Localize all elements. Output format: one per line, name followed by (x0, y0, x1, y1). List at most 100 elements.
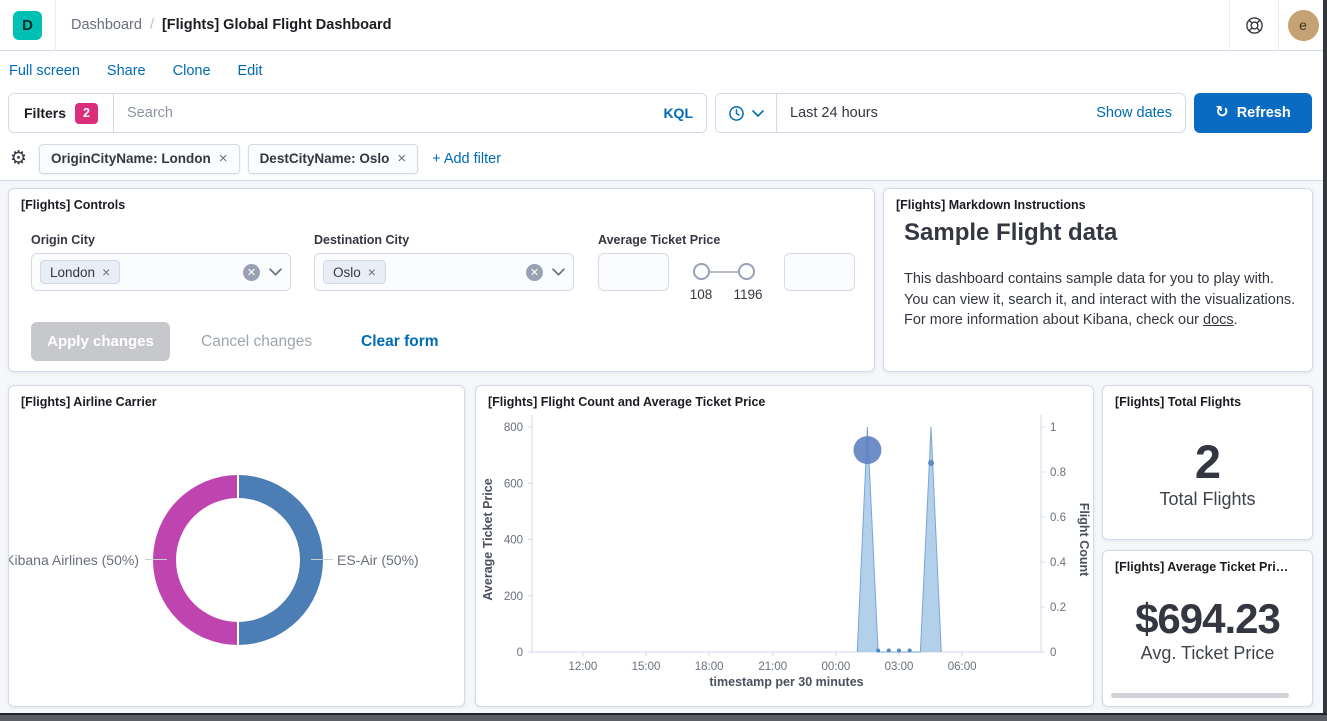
label-connector (145, 559, 167, 560)
menu-full-screen[interactable]: Full screen (9, 63, 80, 79)
time-quick-menu-button[interactable] (716, 94, 777, 132)
panel-flight-count-price: [Flights] Flight Count and Average Ticke… (475, 385, 1094, 707)
pie-label-kibana-airlines: Kibana Airlines (50%) (8, 552, 139, 568)
selected-option-pill: London × (40, 260, 120, 284)
refresh-button[interactable]: ↻ Refresh (1194, 93, 1312, 133)
remove-filter-icon[interactable]: × (397, 150, 406, 167)
refresh-label: Refresh (1237, 105, 1291, 121)
panel-total-flights: [Flights] Total Flights 2 Total Flights (1102, 385, 1313, 540)
filters-label: Filters (24, 105, 66, 121)
svg-text:0.4: 0.4 (1050, 557, 1067, 569)
avatar: e (1288, 10, 1319, 41)
svg-text:400: 400 (504, 535, 523, 547)
metric-value: 2 (1103, 434, 1312, 489)
selected-option-pill: Oslo × (323, 260, 386, 284)
menu-clone[interactable]: Clone (173, 63, 211, 79)
price-min-input[interactable] (598, 253, 669, 291)
metric-value: $694.23 (1103, 595, 1312, 643)
donut-chart[interactable] (153, 475, 323, 645)
svg-text:0.6: 0.6 (1050, 512, 1066, 524)
svg-text:06:00: 06:00 (948, 661, 977, 673)
svg-text:03:00: 03:00 (885, 661, 914, 673)
docs-link[interactable]: docs (1203, 312, 1234, 328)
filter-bar: ⚙ OriginCityName: London × DestCityName:… (0, 137, 1327, 181)
help-button[interactable] (1229, 0, 1278, 51)
kql-button[interactable]: KQL (663, 105, 693, 121)
cancel-changes-button[interactable]: Cancel changes (201, 322, 312, 361)
selected-option-label: London (50, 265, 95, 280)
search-placeholder: Search (127, 105, 173, 121)
selected-option-label: Oslo (333, 265, 361, 280)
svg-text:15:00: 15:00 (632, 661, 661, 673)
svg-text:21:00: 21:00 (758, 661, 787, 673)
user-menu-button[interactable]: e (1278, 0, 1327, 51)
header-actions: e (1229, 0, 1327, 51)
svg-text:12:00: 12:00 (569, 661, 598, 673)
breadcrumb-separator: / (150, 17, 154, 33)
filters-count-badge: 2 (75, 103, 98, 124)
kibana-dashboard-screen: D Dashboard / [Flights] Global Flight Da… (0, 0, 1327, 721)
remove-option-icon[interactable]: × (102, 264, 110, 280)
svg-text:0: 0 (517, 647, 523, 659)
app-logo[interactable]: D (13, 11, 42, 40)
panel-title: [Flights] Total Flights (1115, 395, 1241, 409)
donut-slice-gap (237, 621, 239, 645)
panel-flights-controls: [Flights] Controls Origin City Destinati… (8, 188, 875, 372)
svg-text:00:00: 00:00 (821, 661, 850, 673)
svg-text:0.8: 0.8 (1050, 467, 1066, 479)
filters-button[interactable]: Filters 2 (9, 94, 114, 132)
show-dates-button[interactable]: Show dates (1096, 105, 1172, 121)
pie-label-es-air: ES-Air (50%) (337, 552, 419, 568)
window-edge-right (1323, 0, 1327, 721)
svg-text:0.2: 0.2 (1050, 602, 1066, 614)
flight-chart[interactable]: 020040060080000.20.40.60.8112:0015:0018:… (476, 386, 1094, 707)
svg-text:18:00: 18:00 (695, 661, 724, 673)
panel-airline-carrier: [Flights] Airline Carrier Kibana Airline… (8, 385, 465, 707)
menu-share[interactable]: Share (107, 63, 146, 79)
horizontal-scrollbar[interactable] (1111, 693, 1289, 698)
time-picker: Last 24 hours Show dates (715, 93, 1186, 133)
svg-text:600: 600 (504, 478, 523, 490)
filter-options-gear-icon[interactable]: ⚙ (10, 149, 27, 168)
top-header: D Dashboard / [Flights] Global Flight Da… (0, 0, 1327, 51)
destination-city-combobox[interactable]: Oslo × ✕ (314, 253, 574, 291)
svg-text:1: 1 (1050, 422, 1056, 434)
clear-selection-button[interactable]: ✕ (243, 264, 260, 281)
markdown-text: . (1234, 312, 1238, 328)
panel-title: [Flights] Average Ticket Pri… (1115, 560, 1288, 574)
label-connector (311, 559, 333, 560)
apply-changes-button[interactable]: Apply changes (31, 322, 170, 361)
avg-ticket-price-label: Average Ticket Price (598, 233, 720, 247)
chevron-down-icon[interactable] (552, 268, 565, 276)
clock-icon (728, 105, 745, 122)
menu-edit[interactable]: Edit (238, 63, 263, 79)
breadcrumb-dashboard[interactable]: Dashboard (71, 17, 142, 33)
breadcrumb: Dashboard / [Flights] Global Flight Dash… (71, 17, 392, 33)
clear-form-button[interactable]: Clear form (361, 322, 439, 361)
breadcrumb-current-page: [Flights] Global Flight Dashboard (162, 17, 392, 33)
search-input[interactable]: Search KQL (114, 94, 706, 132)
panel-markdown-instructions: [Flights] Markdown Instructions Sample F… (883, 188, 1313, 372)
avatar-initial: e (1299, 17, 1307, 33)
add-filter-button[interactable]: + Add filter (432, 151, 501, 167)
header-divider (55, 0, 56, 51)
price-slider-max-handle[interactable] (738, 263, 755, 280)
markdown-body: This dashboard contains sample data for … (904, 269, 1302, 331)
filter-pill-label: DestCityName: Oslo (260, 151, 390, 166)
chevron-down-icon (752, 110, 764, 117)
remove-option-icon[interactable]: × (368, 264, 376, 280)
help-icon (1245, 16, 1264, 35)
price-max-input[interactable] (784, 253, 855, 291)
remove-filter-icon[interactable]: × (219, 150, 228, 167)
origin-city-combobox[interactable]: London × ✕ (31, 253, 291, 291)
panel-title: [Flights] Airline Carrier (21, 395, 157, 409)
time-range-value[interactable]: Last 24 hours (790, 105, 878, 121)
avg-price-metric: $694.23 Avg. Ticket Price (1103, 595, 1312, 664)
filter-pill-dest-city[interactable]: DestCityName: Oslo × (248, 144, 419, 174)
app-logo-letter: D (22, 17, 33, 34)
clear-selection-button[interactable]: ✕ (526, 264, 543, 281)
query-bar: Filters 2 Search KQL Last 24 hours Show … (0, 89, 1327, 137)
filter-pill-origin-city[interactable]: OriginCityName: London × (39, 144, 240, 174)
chevron-down-icon[interactable] (269, 268, 282, 276)
price-slider-min-handle[interactable] (693, 263, 710, 280)
